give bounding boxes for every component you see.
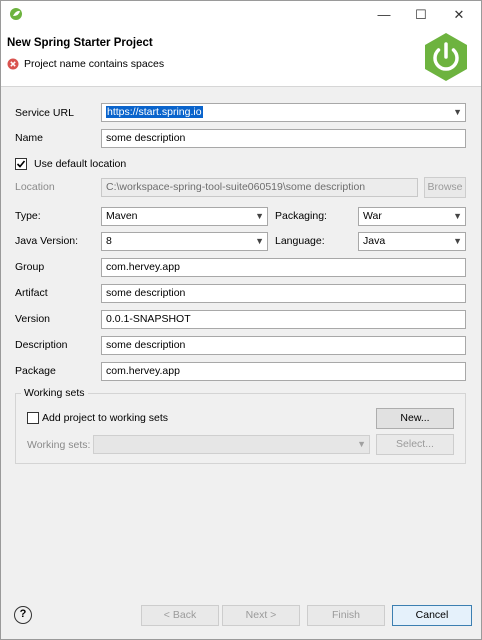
chevron-down-icon: ▼	[357, 439, 366, 449]
language-select[interactable]: Java ▼	[358, 232, 466, 251]
error-message: Project name contains spaces	[24, 58, 165, 70]
working-sets-group-title: Working sets	[21, 387, 88, 399]
location-input: C:\workspace-spring-tool-suite060519\som…	[101, 178, 418, 197]
group-input[interactable]: com.hervey.app	[101, 258, 466, 277]
packaging-value: War	[363, 210, 382, 222]
add-to-working-sets-label[interactable]: Add project to working sets	[42, 412, 168, 424]
chevron-down-icon[interactable]: ▼	[453, 233, 462, 250]
packaging-select[interactable]: War ▼	[358, 207, 466, 226]
minimize-button[interactable]: —	[369, 3, 399, 27]
close-button[interactable]: ✕	[444, 3, 474, 27]
error-icon	[7, 58, 19, 70]
wizard-header: New Spring Starter Project Project name …	[1, 29, 481, 87]
language-value: Java	[363, 235, 386, 247]
new-working-set-button[interactable]: New...	[376, 408, 454, 429]
chevron-down-icon[interactable]: ▼	[453, 208, 462, 225]
package-label: Package	[15, 365, 56, 377]
java-version-select[interactable]: 8 ▼	[101, 232, 268, 251]
artifact-label: Artifact	[15, 287, 48, 299]
chevron-down-icon[interactable]: ▼	[255, 208, 264, 225]
type-value: Maven	[106, 210, 138, 222]
chevron-down-icon[interactable]: ▼	[453, 104, 462, 121]
title-bar: — ☐ ✕	[1, 1, 481, 29]
spring-power-icon	[425, 33, 467, 81]
finish-button: Finish	[307, 605, 385, 626]
working-sets-combo: ▼	[93, 435, 370, 454]
language-label: Language:	[275, 235, 325, 247]
back-button: < Back	[141, 605, 219, 626]
version-input[interactable]: 0.0.1-SNAPSHOT	[101, 310, 466, 329]
group-label: Group	[15, 261, 45, 273]
location-label: Location	[15, 181, 55, 193]
spring-leaf-icon	[10, 8, 22, 20]
java-version-value: 8	[106, 235, 112, 247]
checkmark-icon	[16, 160, 26, 168]
type-label: Type:	[15, 210, 41, 222]
dialog-window: — ☐ ✕ New Spring Starter Project Project…	[0, 0, 482, 640]
use-default-location-checkbox[interactable]	[15, 158, 27, 170]
select-working-sets-button: Select...	[376, 434, 454, 455]
type-select[interactable]: Maven ▼	[101, 207, 268, 226]
add-to-working-sets-checkbox[interactable]	[27, 412, 39, 424]
use-default-location-label[interactable]: Use default location	[34, 158, 126, 170]
working-sets-label: Working sets:	[27, 439, 91, 451]
name-label: Name	[15, 132, 44, 144]
help-icon[interactable]: ?	[14, 606, 32, 624]
next-button: Next >	[222, 605, 300, 626]
description-input[interactable]: some description	[101, 336, 466, 355]
service-url-label: Service URL	[15, 107, 74, 119]
chevron-down-icon[interactable]: ▼	[255, 233, 264, 250]
service-url-value[interactable]: https://start.spring.io	[106, 106, 203, 118]
cancel-button[interactable]: Cancel	[392, 605, 472, 626]
dialog-title: New Spring Starter Project	[7, 37, 153, 49]
service-url-combo[interactable]: https://start.spring.io ▼	[101, 103, 466, 122]
name-input[interactable]: some description	[101, 129, 466, 148]
package-input[interactable]: com.hervey.app	[101, 362, 466, 381]
browse-button: Browse	[424, 177, 466, 198]
description-label: Description	[15, 339, 68, 351]
maximize-button[interactable]: ☐	[406, 3, 436, 27]
packaging-label: Packaging:	[275, 210, 327, 222]
java-version-label: Java Version:	[15, 235, 79, 247]
version-label: Version	[15, 313, 51, 325]
artifact-input[interactable]: some description	[101, 284, 466, 303]
